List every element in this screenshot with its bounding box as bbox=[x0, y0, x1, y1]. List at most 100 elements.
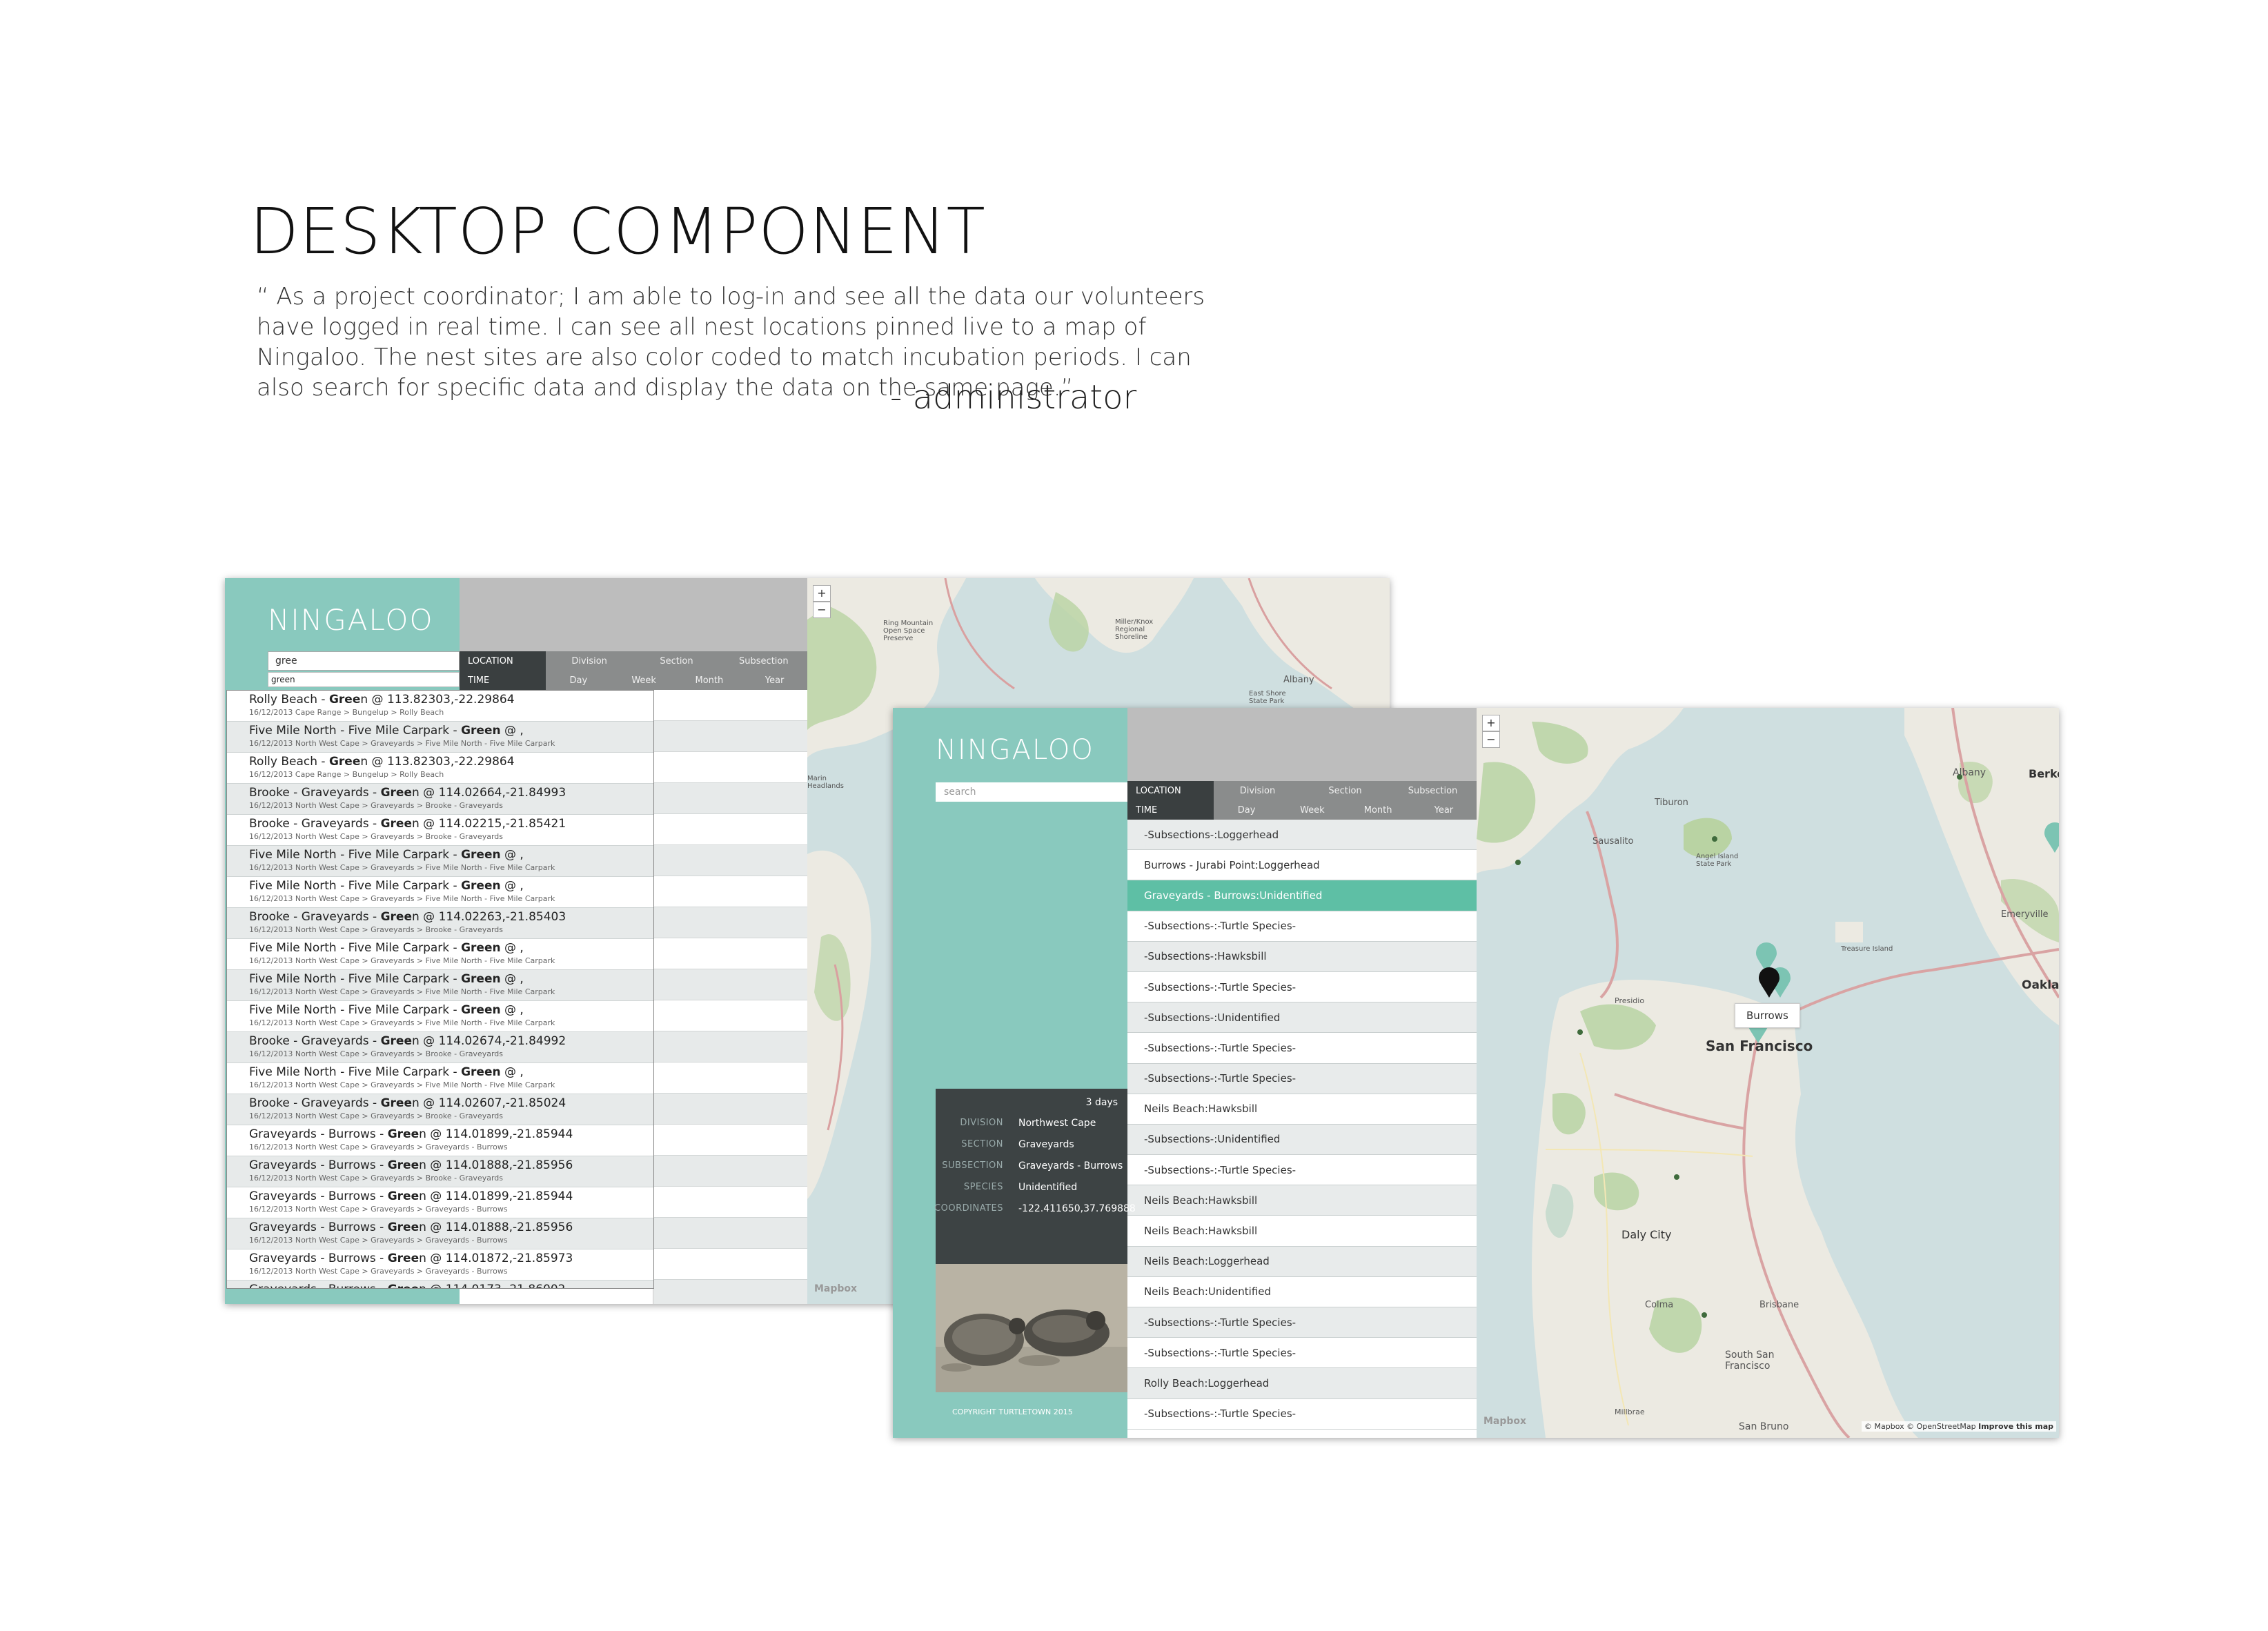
filter-day[interactable]: Day bbox=[1214, 800, 1279, 820]
improve-map-link[interactable]: Improve this map bbox=[1978, 1422, 2053, 1431]
zoom-out-button[interactable]: − bbox=[813, 602, 831, 618]
search-result-item[interactable]: Brooke - Graveyards - Green @ 114.02674,… bbox=[227, 1032, 653, 1063]
map-detail-window: NINGALOO search LOCATION Division Sectio… bbox=[893, 708, 2059, 1438]
nest-list-item[interactable]: -Subsections-:Loggerhead bbox=[1127, 820, 1477, 851]
filter-month[interactable]: Month bbox=[1345, 800, 1411, 820]
filter-day[interactable]: Day bbox=[546, 671, 611, 690]
search-result-item[interactable]: Brooke - Graveyards - Green @ 114.02263,… bbox=[227, 908, 653, 939]
nest-list-item-selected[interactable]: Graveyards - Burrows:Unidentified bbox=[1127, 880, 1477, 911]
filter-section[interactable]: Section bbox=[633, 651, 720, 671]
map-label-oakland: Oakland bbox=[2022, 978, 2059, 992]
search-result-title: Rolly Beach - Green @ 113.82303,-22.2986… bbox=[249, 693, 515, 706]
brand-logo[interactable]: NINGALOO bbox=[936, 734, 1094, 766]
filter-week[interactable]: Week bbox=[1279, 800, 1345, 820]
map-attribution: © Mapbox © OpenStreetMap Improve this ma… bbox=[1862, 1421, 2056, 1432]
search-result-path: 16/12/2013 Cape Range > Bungelup > Rolly… bbox=[249, 770, 444, 779]
nest-list-item[interactable]: Neils Beach:Unidentified bbox=[1127, 1277, 1477, 1307]
search-input[interactable]: search bbox=[936, 782, 1127, 802]
map-label-millbrae: Millbrae bbox=[1615, 1407, 1645, 1416]
search-match-highlight: Green bbox=[461, 972, 501, 986]
map-label-san-francisco: San Francisco bbox=[1706, 1038, 1813, 1054]
nest-list-item[interactable]: Neils Beach:Hawksbill bbox=[1127, 1185, 1477, 1216]
search-result-title: Brooke - Graveyards - Green @ 114.02263,… bbox=[249, 910, 566, 924]
filter-subsection[interactable]: Subsection bbox=[1389, 781, 1477, 800]
search-result-title: Brooke - Graveyards - Green @ 114.02664,… bbox=[249, 786, 566, 800]
nest-list-item[interactable]: -Subsections-:-Turtle Species- bbox=[1127, 1063, 1477, 1094]
search-result-item[interactable]: Graveyards - Burrows - Green @ 114.01872… bbox=[227, 1249, 653, 1281]
zoom-out-button[interactable]: − bbox=[1482, 731, 1500, 748]
search-result-item[interactable]: Five Mile North - Five Mile Carpark - Gr… bbox=[227, 1001, 653, 1032]
user-story-attribution: - administrator bbox=[890, 378, 1137, 417]
search-result-item[interactable]: Graveyards - Burrows - Green @ 114.01888… bbox=[227, 1218, 653, 1249]
nest-list-item[interactable]: -Subsections-:-Turtle Species- bbox=[1127, 1338, 1477, 1369]
search-result-title: Brooke - Graveyards - Green @ 114.02215,… bbox=[249, 817, 566, 831]
search-result-item[interactable]: Five Mile North - Five Mile Carpark - Gr… bbox=[227, 1063, 653, 1094]
nest-age: 3 days bbox=[1085, 1097, 1118, 1108]
nest-list-item[interactable]: -Subsections-:-Turtle Species- bbox=[1127, 1155, 1477, 1186]
search-result-item[interactable]: Five Mile North - Five Mile Carpark - Gr… bbox=[227, 939, 653, 970]
search-results-dropdown: Rolly Beach - Green @ 113.82303,-22.2986… bbox=[226, 690, 654, 1289]
nest-list-item[interactable]: -Subsections-:-Turtle Species- bbox=[1127, 972, 1477, 1003]
detail-field-value: Northwest Cape bbox=[1018, 1118, 1096, 1129]
zoom-in-button[interactable]: + bbox=[813, 585, 831, 602]
location-filter-label: LOCATION bbox=[460, 651, 546, 671]
filter-month[interactable]: Month bbox=[677, 671, 742, 690]
search-result-item[interactable]: Five Mile North - Five Mile Carpark - Gr… bbox=[227, 722, 653, 753]
search-result-item[interactable]: Brooke - Graveyards - Green @ 114.02607,… bbox=[227, 1094, 653, 1125]
search-result-item[interactable]: Rolly Beach - Green @ 113.82303,-22.2986… bbox=[227, 753, 653, 784]
map-label-ring-mountain: Ring Mountain Open Space Preserve bbox=[883, 620, 934, 642]
search-result-item[interactable]: Brooke - Graveyards - Green @ 114.02215,… bbox=[227, 815, 653, 846]
search-result-title: Five Mile North - Five Mile Carpark - Gr… bbox=[249, 848, 524, 862]
nest-list-item[interactable]: -Subsections-:Unidentified bbox=[1127, 1002, 1477, 1034]
map-label-albany: Albany bbox=[1283, 675, 1314, 685]
header-bar bbox=[1127, 708, 1477, 781]
search-input[interactable]: gree bbox=[268, 651, 460, 671]
search-result-path: 16/12/2013 North West Cape > Graveyards … bbox=[249, 801, 504, 810]
search-result-path: 16/12/2013 North West Cape > Graveyards … bbox=[249, 739, 555, 748]
search-result-item[interactable]: Rolly Beach - Green @ 113.82303,-22.2986… bbox=[227, 691, 653, 722]
search-result-item[interactable]: Five Mile North - Five Mile Carpark - Gr… bbox=[227, 970, 653, 1001]
nest-list: -Subsections-:Loggerhead Burrows - Jurabi… bbox=[1127, 820, 1477, 1438]
search-result-path: 16/12/2013 North West Cape > Graveyards … bbox=[249, 832, 504, 841]
search-result-item[interactable]: Five Mile North - Five Mile Carpark - Gr… bbox=[227, 846, 653, 877]
map-attribution-text[interactable]: © Mapbox © OpenStreetMap bbox=[1864, 1422, 1976, 1431]
time-filter-label: TIME bbox=[460, 671, 546, 690]
brand-logo[interactable]: NINGALOO bbox=[268, 603, 434, 637]
search-result-path: 16/12/2013 North West Cape > Graveyards … bbox=[249, 1111, 504, 1120]
map-view[interactable]: San Francisco Oakland Albany Berkel Emer… bbox=[1477, 708, 2059, 1438]
search-result-path: 16/12/2013 North West Cape > Graveyards … bbox=[249, 1143, 508, 1151]
detail-field-label: DIVISION bbox=[960, 1118, 1003, 1128]
search-result-item[interactable]: Five Mile North - Five Mile Carpark - Gr… bbox=[227, 877, 653, 908]
filter-division[interactable]: Division bbox=[1214, 781, 1301, 800]
filter-year[interactable]: Year bbox=[1411, 800, 1477, 820]
search-result-item[interactable]: Brooke - Graveyards - Green @ 114.02664,… bbox=[227, 784, 653, 815]
nest-list-item[interactable]: -Subsections-:-Turtle Species- bbox=[1127, 911, 1477, 942]
nest-list-item[interactable]: -Subsections-:-Turtle Species- bbox=[1127, 1399, 1477, 1430]
search-suggestion[interactable]: green bbox=[268, 672, 460, 687]
nest-list-item[interactable]: Rolly Beach:Loggerhead bbox=[1127, 1368, 1477, 1399]
nest-list-item[interactable]: Neils Beach:Hawksbill bbox=[1127, 1216, 1477, 1247]
search-result-item[interactable]: Graveyards - Burrows - Green @ 114.01899… bbox=[227, 1125, 653, 1156]
filter-section[interactable]: Section bbox=[1301, 781, 1389, 800]
search-result-item[interactable]: Graveyards - Burrows - Green @ 114.01899… bbox=[227, 1187, 653, 1218]
search-match-highlight: Green bbox=[461, 1065, 501, 1079]
filter-division[interactable]: Division bbox=[546, 651, 633, 671]
search-result-item[interactable]: Graveyards - Burrows - Green @ 114.01888… bbox=[227, 1156, 653, 1187]
search-result-path: 16/12/2013 North West Cape > Graveyards … bbox=[249, 1267, 508, 1276]
zoom-in-button[interactable]: + bbox=[1482, 715, 1500, 731]
nest-list-item[interactable]: Burrows - Jurabi Point:Loggerhead bbox=[1127, 850, 1477, 881]
nest-list-item[interactable]: Neils Beach:Loggerhead bbox=[1127, 1246, 1477, 1277]
search-match-highlight: Green bbox=[461, 724, 501, 738]
time-filter-bar: TIME Day Week Month Year bbox=[460, 671, 807, 690]
turtle-hatchlings-image bbox=[936, 1264, 1127, 1392]
nest-list-item[interactable]: -Subsections-:-Turtle Species- bbox=[1127, 1033, 1477, 1064]
nest-list-item[interactable]: -Subsections-:Unidentified bbox=[1127, 1124, 1477, 1156]
filter-year[interactable]: Year bbox=[742, 671, 807, 690]
nest-list-item[interactable]: Neils Beach:Hawksbill bbox=[1127, 1094, 1477, 1125]
nest-list-item[interactable]: -Subsections-:-Turtle Species- bbox=[1127, 1307, 1477, 1338]
filter-week[interactable]: Week bbox=[611, 671, 677, 690]
map-label-albany: Albany bbox=[1953, 767, 1986, 778]
nest-list-item[interactable]: -Subsections-:Hawksbill bbox=[1127, 941, 1477, 972]
filter-subsection[interactable]: Subsection bbox=[720, 651, 807, 671]
search-result-item[interactable]: Graveyards - Burrows - Green @ 114.0173,… bbox=[227, 1281, 653, 1288]
